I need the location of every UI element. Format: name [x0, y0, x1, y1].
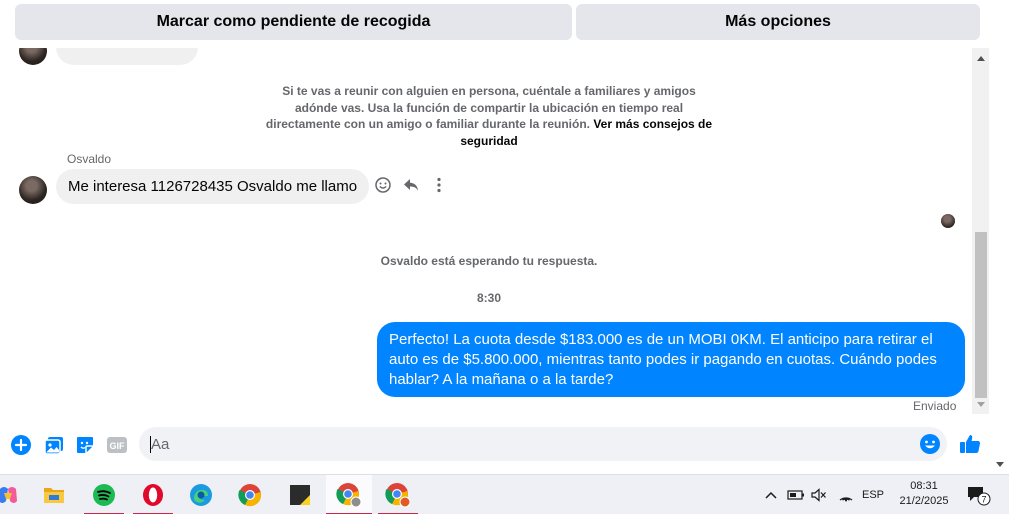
- waiting-notice: Osvaldo está esperando tu respuesta.: [380, 254, 598, 268]
- reply-arrow-icon[interactable]: [402, 176, 420, 194]
- clock-date: 21/2/2025: [899, 495, 949, 507]
- chrome-profile-2-icon[interactable]: [378, 475, 418, 514]
- system-clock[interactable]: 08:31 21/2/2025: [893, 479, 955, 509]
- opera-icon[interactable]: [133, 475, 173, 514]
- contact-avatar[interactable]: [19, 48, 47, 65]
- battery-icon[interactable]: [785, 475, 807, 514]
- chrome-profile-icon[interactable]: [326, 475, 372, 514]
- delivery-status: Enviado: [913, 399, 957, 413]
- volume-muted-icon[interactable]: [809, 475, 829, 514]
- chat-history[interactable]: Si te vas a reunir con alguien en person…: [0, 48, 972, 414]
- notification-count: 7: [981, 495, 986, 505]
- top-action-bar: Marcar como pendiente de recogida Más op…: [0, 0, 992, 48]
- gif-icon[interactable]: GIF: [106, 434, 128, 456]
- incoming-message-bubble[interactable]: Me interesa 1126728435 Osvaldo me llamo: [56, 169, 370, 204]
- message-input-box[interactable]: [139, 427, 947, 461]
- chevron-up-icon[interactable]: [763, 475, 779, 514]
- chrome-icon[interactable]: [230, 475, 270, 514]
- contact-avatar[interactable]: [19, 176, 47, 204]
- windows-taskbar: ESP 08:31 21/2/2025 7: [0, 474, 1009, 514]
- sticky-notes-icon[interactable]: [280, 475, 320, 514]
- mark-pending-pickup-button[interactable]: Marcar como pendiente de recogida: [15, 4, 572, 40]
- input-language[interactable]: ESP: [859, 475, 887, 514]
- clock-time: 08:31: [910, 480, 938, 492]
- scroll-down-arrow-icon[interactable]: [977, 402, 985, 407]
- messenger-window: Marcar como pendiente de recogida Más op…: [0, 0, 1009, 514]
- page-scroll-down-icon[interactable]: [996, 462, 1004, 467]
- gif-label: GIF: [110, 441, 126, 451]
- more-dots-icon[interactable]: [430, 176, 448, 194]
- emoji-picker-icon[interactable]: [919, 433, 941, 455]
- wifi-icon[interactable]: [835, 475, 857, 514]
- plus-circle-icon[interactable]: [10, 434, 32, 456]
- previous-message-bubble[interactable]: [56, 48, 198, 65]
- sticker-icon[interactable]: [74, 434, 96, 456]
- chat-scrollbar-thumb[interactable]: [975, 232, 987, 398]
- safety-notice: Si te vas a reunir con alguien en person…: [264, 83, 714, 149]
- message-input[interactable]: [151, 427, 911, 461]
- react-emoji-icon[interactable]: [374, 176, 392, 194]
- message-composer: GIF: [0, 414, 992, 474]
- message-timestamp: 8:30: [476, 291, 502, 305]
- sender-name: Osvaldo: [67, 152, 112, 166]
- scroll-up-arrow-icon[interactable]: [977, 56, 985, 61]
- notification-center-icon[interactable]: 7: [964, 475, 992, 514]
- spotify-icon[interactable]: [84, 475, 124, 514]
- page-scrollbar[interactable]: [992, 0, 1009, 474]
- more-options-button[interactable]: Más opciones: [576, 4, 980, 40]
- message-actions: [374, 176, 448, 194]
- edge-icon[interactable]: [181, 475, 221, 514]
- photo-gallery-icon[interactable]: [43, 434, 65, 456]
- file-explorer-icon[interactable]: [34, 475, 74, 514]
- like-thumbs-up-icon[interactable]: [958, 432, 982, 456]
- read-receipt-avatar: [941, 214, 955, 228]
- outgoing-message-bubble[interactable]: Perfecto! La cuota desde $183.000 es de …: [377, 322, 965, 397]
- copilot-icon[interactable]: [0, 475, 28, 514]
